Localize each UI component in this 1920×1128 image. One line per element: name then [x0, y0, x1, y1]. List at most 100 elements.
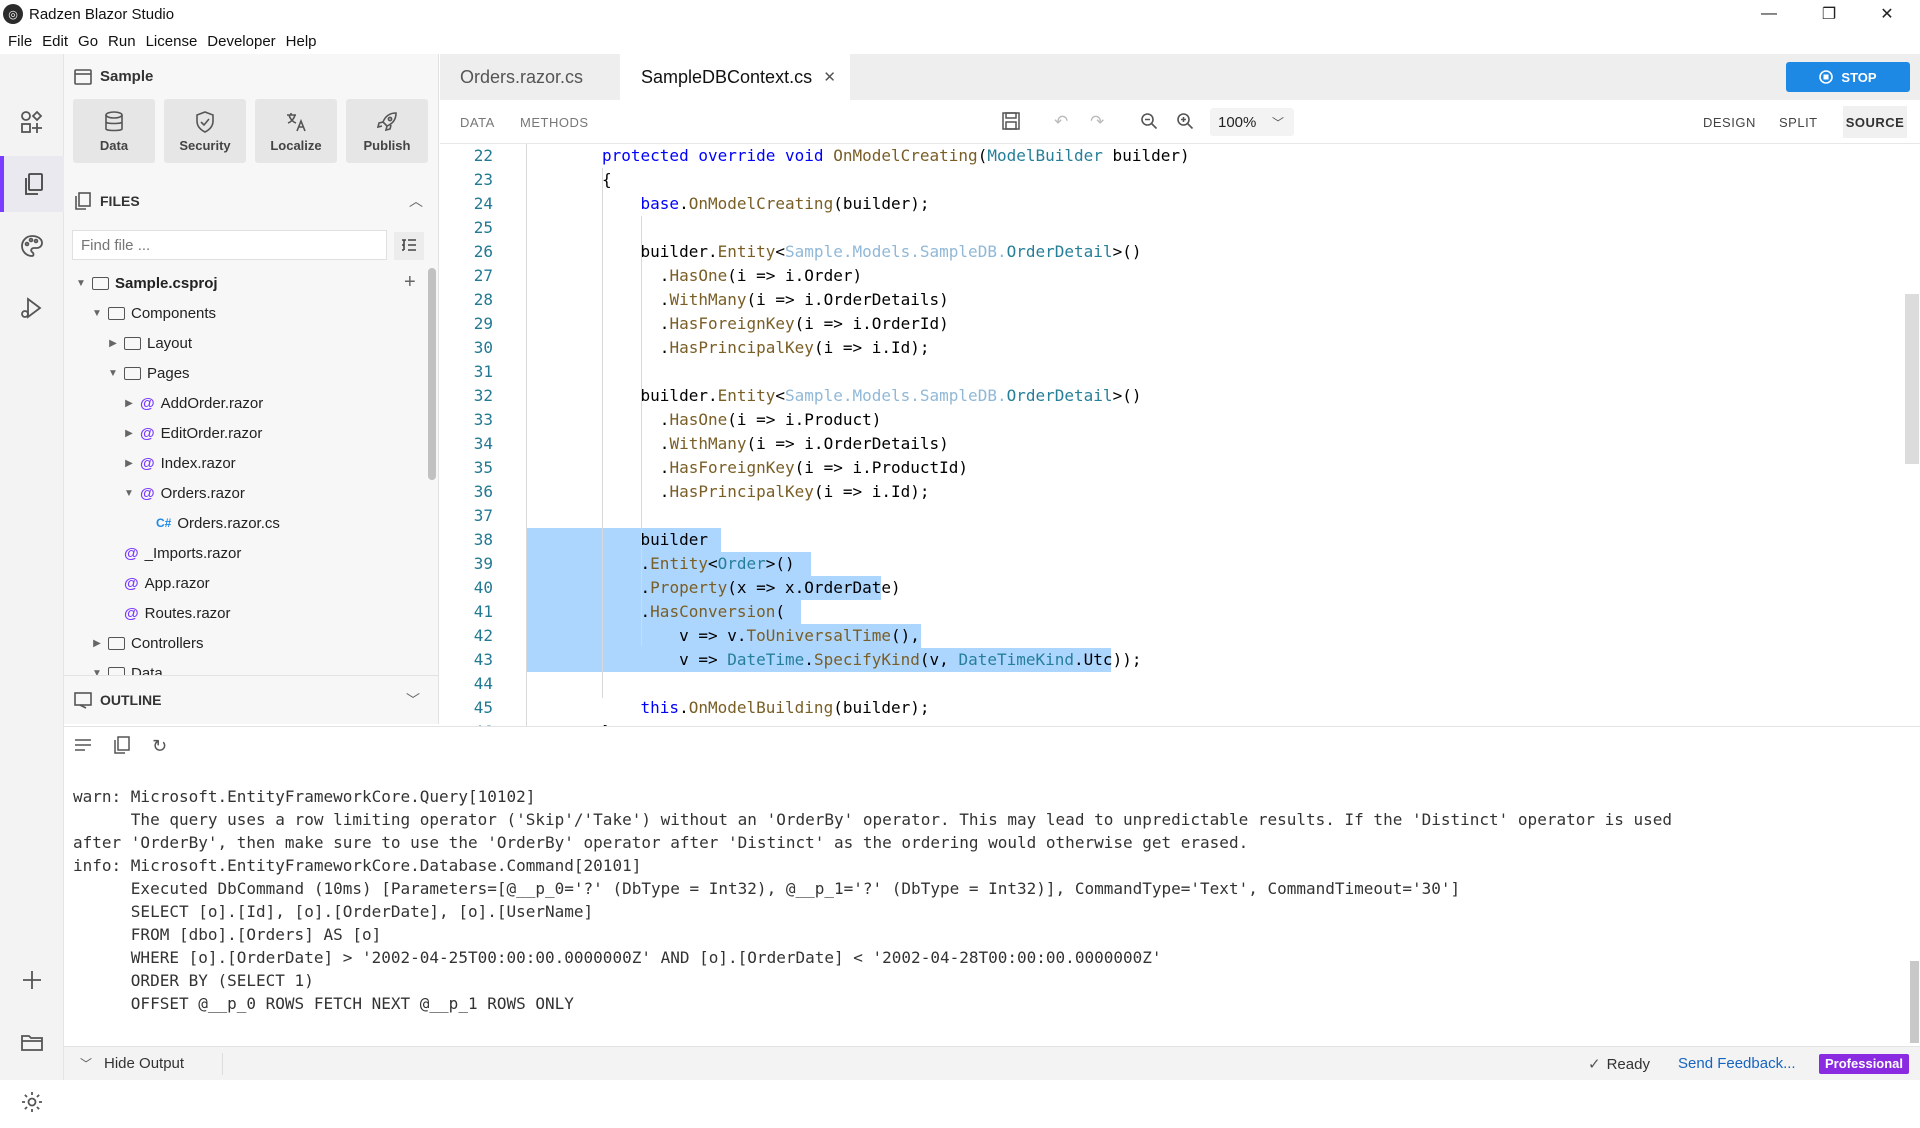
data-tool-button[interactable]: Data	[73, 99, 155, 163]
tree-item[interactable]: ▶ @ Index.razor	[122, 451, 236, 475]
output-line: WHERE [o].[OrderDate] > '2002-04-25T00:0…	[73, 948, 1162, 967]
menu-edit[interactable]: Edit	[42, 33, 68, 50]
collapse-chevron-up-icon[interactable]: ︿	[409, 191, 423, 211]
add-icon[interactable]	[0, 952, 64, 1008]
code-editor[interactable]: 22 23 24 25 26 27 28 29 30 31 32 33 34 35 36 37 38 39 40 41…	[440, 144, 1920, 726]
menu-run[interactable]: Run	[108, 33, 136, 50]
line-number: 43	[473, 650, 493, 669]
zoom-out-icon[interactable]	[1140, 112, 1158, 135]
output-scrollbar-thumb[interactable]	[1910, 961, 1919, 1043]
caret-down-icon[interactable]: ▼	[90, 308, 104, 319]
zoom-select[interactable]: 100% ﹀	[1210, 108, 1294, 136]
explorer-icon[interactable]	[0, 156, 64, 212]
output-line: after 'OrderBy', then make sure to use t…	[73, 833, 1249, 852]
close-window-button[interactable]: ✕	[1864, 0, 1910, 28]
caret-down-icon[interactable]: ▼	[122, 488, 136, 499]
tab-sampledbcontext-cs[interactable]: SampleDBContext.cs ✕	[620, 54, 850, 100]
open-folder-icon[interactable]	[0, 1014, 64, 1070]
project-header: Sample	[74, 68, 153, 85]
tab-orders-razor-cs[interactable]: Orders.razor.cs	[440, 54, 620, 100]
editor-scrollbar-thumb[interactable]	[1905, 294, 1919, 464]
tree-item[interactable]: ▼ Pages	[106, 361, 190, 385]
undo-icon[interactable]: ↶	[1054, 112, 1068, 132]
security-tool-label: Security	[179, 137, 231, 153]
tree-item[interactable]: ▼ Components	[90, 301, 216, 325]
source-view-button[interactable]: SOURCE	[1843, 106, 1907, 138]
caret-right-icon[interactable]: ▶	[122, 458, 136, 469]
outline-section-header[interactable]: OUTLINE ﹀	[64, 675, 438, 723]
menu-file[interactable]: File	[8, 33, 32, 50]
tree-item[interactable]: @ Routes.razor	[106, 601, 231, 625]
tree-item[interactable]: @ _Imports.razor	[106, 541, 241, 565]
caret-right-icon[interactable]: ▶	[122, 428, 136, 439]
menu-help[interactable]: Help	[286, 33, 317, 50]
tree-scrollbar[interactable]	[428, 268, 436, 480]
security-tool-button[interactable]: Security	[164, 99, 246, 163]
components-icon[interactable]	[0, 94, 64, 150]
methods-tab[interactable]: METHODS	[520, 100, 589, 144]
minimize-button[interactable]: —	[1746, 0, 1792, 28]
split-view-button[interactable]: SPLIT	[1779, 100, 1818, 144]
palette-icon[interactable]	[0, 218, 64, 274]
tree-item[interactable]: C# Orders.razor.cs	[138, 511, 280, 535]
menu-developer[interactable]: Developer	[207, 33, 275, 50]
code-line-43: v => DateTime.SpecifyKind(v, DateTimeKin…	[602, 650, 1142, 669]
caret-down-icon[interactable]: ▼	[106, 368, 120, 379]
data-tab[interactable]: DATA	[460, 100, 495, 144]
editor-tab-bar: Orders.razor.cs SampleDBContext.cs ✕ STO…	[440, 54, 1920, 100]
zoom-in-icon[interactable]	[1176, 112, 1194, 135]
tree-item[interactable]: @ App.razor	[106, 571, 210, 595]
redo-icon[interactable]: ↷	[1090, 112, 1104, 132]
close-tab-icon[interactable]: ✕	[823, 68, 836, 86]
folder-icon	[108, 636, 125, 650]
maximize-button[interactable]: ❐	[1806, 0, 1852, 28]
tree-item-label: Orders.razor.cs	[177, 514, 280, 532]
caret-right-icon[interactable]: ▶	[122, 398, 136, 409]
tree-item-label: Routes.razor	[144, 604, 231, 622]
tree-item[interactable]: ▼ Sample.csproj	[74, 271, 218, 295]
tree-item[interactable]: ▶ @ AddOrder.razor	[122, 391, 263, 415]
tree-item[interactable]: ▶ Layout	[106, 331, 192, 355]
send-feedback-link[interactable]: Send Feedback...	[1678, 1055, 1796, 1072]
save-icon[interactable]	[1002, 112, 1020, 135]
add-file-plus-icon[interactable]: +	[404, 271, 416, 294]
run-debug-icon[interactable]	[0, 280, 64, 336]
menu-go[interactable]: Go	[78, 33, 98, 50]
tree-item[interactable]: ▶ Controllers	[90, 631, 203, 655]
tree-item-label: AddOrder.razor	[160, 394, 264, 412]
folder-icon	[124, 366, 141, 380]
line-number: 44	[473, 674, 493, 693]
indent-guide	[526, 144, 527, 726]
find-file-input[interactable]	[72, 230, 387, 260]
stop-button[interactable]: STOP	[1786, 62, 1910, 92]
settings-gear-icon[interactable]	[0, 1076, 64, 1128]
localize-tool-button[interactable]: Localize	[255, 99, 337, 163]
hide-output-button[interactable]: ﹀ Hide Output	[80, 1055, 184, 1072]
files-section-header[interactable]: FILES ︿	[74, 189, 429, 213]
caret-right-icon[interactable]: ▶	[90, 638, 104, 649]
chevron-down-icon: ﹀	[80, 1057, 93, 1071]
tree-item[interactable]: ▶ @ EditOrder.razor	[122, 421, 262, 445]
caret-down-icon[interactable]: ▼	[74, 278, 88, 289]
refresh-icon[interactable]: ↻	[152, 736, 167, 757]
code-line-28: .WithMany(i => i.OrderDetails)	[602, 290, 949, 309]
menu-license[interactable]: License	[146, 33, 198, 50]
code-line-24: base.OnModelCreating(builder);	[640, 194, 930, 213]
expand-chevron-down-icon[interactable]: ﹀	[406, 690, 420, 710]
copy-icon[interactable]	[113, 736, 131, 759]
divider	[222, 1053, 223, 1075]
publish-tool-button[interactable]: Publish	[346, 99, 428, 163]
line-number: 23	[473, 170, 493, 189]
wrap-lines-icon[interactable]	[74, 737, 92, 758]
tree-item-label: Sample.csproj	[115, 274, 218, 292]
caret-right-icon[interactable]: ▶	[106, 338, 120, 349]
line-number: 34	[473, 434, 493, 453]
tree-item[interactable]: ▼ @ Orders.razor	[122, 481, 245, 505]
folder-icon	[124, 336, 141, 350]
tree-view-options-icon[interactable]	[394, 232, 424, 260]
code-line-26: builder.Entity<Sample.Models.SampleDB.Or…	[602, 242, 1142, 261]
code-line-38: builder	[602, 530, 708, 549]
line-number: 28	[473, 290, 493, 309]
line-number: 37	[473, 506, 493, 525]
design-view-button[interactable]: DESIGN	[1703, 100, 1756, 144]
